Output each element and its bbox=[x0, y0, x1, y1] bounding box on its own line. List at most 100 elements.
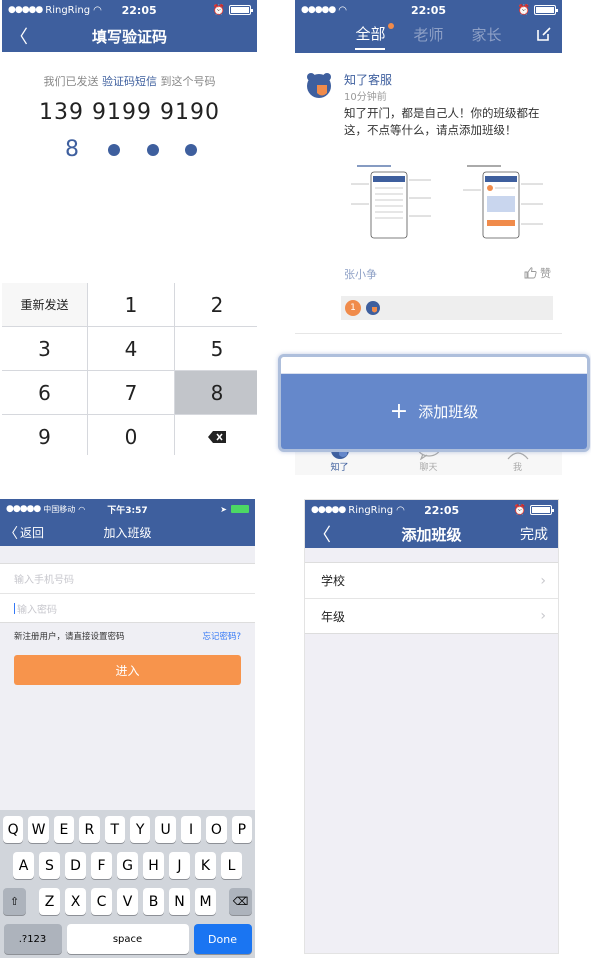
key-e[interactable]: E bbox=[53, 816, 75, 843]
post-image-sketch-1[interactable] bbox=[349, 160, 433, 252]
compose-icon[interactable] bbox=[536, 26, 552, 42]
key-2[interactable]: 2 bbox=[175, 283, 257, 326]
like-label: 赞 bbox=[540, 267, 551, 280]
likes-bar: 1 bbox=[341, 296, 553, 320]
status-bar: ●●●●● 中国移动 ◠ 下午3:57 ➤ bbox=[0, 499, 255, 519]
key-4[interactable]: 4 bbox=[88, 327, 174, 370]
key-h[interactable]: H bbox=[143, 852, 164, 879]
key-d[interactable]: D bbox=[65, 852, 86, 879]
key-m[interactable]: M bbox=[195, 888, 216, 915]
key-7[interactable]: 7 bbox=[88, 371, 174, 414]
shift-icon: ⇧ bbox=[9, 895, 20, 908]
prompt-text-suffix: 到这个号码 bbox=[157, 75, 216, 88]
key-i[interactable]: I bbox=[180, 816, 202, 843]
key-s[interactable]: S bbox=[39, 852, 60, 879]
like-count-badge: 1 bbox=[345, 300, 361, 316]
post-image-sketch-2[interactable] bbox=[461, 160, 545, 252]
grade-row[interactable]: 年级 › bbox=[305, 598, 558, 633]
sms-prompt: 我们已发送 验证码短信 到这个号码 bbox=[2, 73, 257, 89]
unread-dot bbox=[388, 23, 395, 29]
tab-label: 知了 bbox=[330, 463, 349, 473]
add-class-screen: ●●●●● RingRing ◠ 22:05 ⏰ 〈 添加班级 完成 学校 › 年级 › bbox=[304, 499, 559, 954]
key-a[interactable]: A bbox=[13, 852, 34, 879]
key-u[interactable]: U bbox=[155, 816, 176, 843]
key-y[interactable]: Y bbox=[130, 816, 151, 843]
shift-key[interactable]: ⇧ bbox=[3, 888, 26, 915]
liker-avatar-icon[interactable] bbox=[365, 300, 381, 316]
done-key[interactable]: Done bbox=[193, 924, 252, 954]
carrier-label: 中国移动 bbox=[43, 504, 76, 514]
number-keypad: 重新发送 1 2 3 4 5 6 7 8 9 0 bbox=[2, 283, 257, 455]
key-8[interactable]: 8 bbox=[175, 371, 257, 414]
password-placeholder: 输入密码 bbox=[17, 604, 57, 616]
alarm-icon: ⏰ bbox=[513, 504, 527, 516]
signal-icon: ●●●●● bbox=[8, 5, 43, 15]
key-9[interactable]: 9 bbox=[2, 415, 87, 455]
phone-input[interactable]: 输入手机号码 bbox=[0, 564, 255, 593]
nav-bar: 〈返回 加入班级 bbox=[0, 519, 255, 546]
bear-avatar-icon[interactable] bbox=[304, 71, 334, 101]
like-button[interactable]: 赞 bbox=[524, 265, 551, 281]
key-f[interactable]: F bbox=[91, 852, 112, 879]
keyboard: QWERTYUIOP ASDFGHJKL ⇧ ZXCVBNM ⌫ .?123 s… bbox=[0, 810, 255, 958]
class-settings-list: 学校 › 年级 › bbox=[305, 562, 558, 634]
code-input[interactable]: 8 bbox=[62, 137, 197, 162]
carrier-label: RingRing bbox=[45, 4, 91, 16]
key-w[interactable]: W bbox=[28, 816, 49, 843]
key-c[interactable]: C bbox=[91, 888, 112, 915]
key-k[interactable]: K bbox=[195, 852, 216, 879]
keyboard-row-2: ASDFGHJKL bbox=[3, 852, 252, 879]
keyboard-row-4: .?123 space Done bbox=[3, 924, 252, 954]
back-chevron-icon[interactable]: 〈 bbox=[313, 520, 331, 548]
nav-bar: 〈 添加班级 完成 bbox=[305, 520, 558, 548]
school-row[interactable]: 学校 › bbox=[305, 563, 558, 598]
chevron-right-icon: › bbox=[540, 572, 546, 589]
key-o[interactable]: O bbox=[206, 816, 227, 843]
password-input[interactable]: 输入密码 bbox=[0, 593, 255, 622]
key-z[interactable]: Z bbox=[39, 888, 60, 915]
key-0[interactable]: 0 bbox=[88, 415, 174, 455]
back-chevron-icon[interactable]: 〈 bbox=[10, 20, 28, 52]
add-class-button[interactable]: + 添加班级 bbox=[281, 374, 587, 449]
forgot-password-link[interactable]: 忘记密码? bbox=[202, 630, 241, 642]
done-button[interactable]: 完成 bbox=[520, 520, 548, 548]
key-r[interactable]: R bbox=[79, 816, 100, 843]
key-l[interactable]: L bbox=[221, 852, 242, 879]
key-3[interactable]: 3 bbox=[2, 327, 87, 370]
key-n[interactable]: N bbox=[169, 888, 190, 915]
key-b[interactable]: B bbox=[143, 888, 164, 915]
register-hint: 新注册用户，请直接设置密码 bbox=[14, 632, 125, 642]
divider bbox=[295, 333, 562, 334]
post-author[interactable]: 知了客服 bbox=[344, 71, 392, 88]
key-t[interactable]: T bbox=[104, 816, 125, 843]
sms-link[interactable]: 验证码短信 bbox=[102, 75, 157, 88]
code-digit-1: 8 bbox=[65, 137, 79, 162]
status-bar: ●●●●● RingRing ◠ 22:05 ⏰ bbox=[2, 0, 257, 20]
space-key[interactable]: space bbox=[66, 924, 189, 954]
key-g[interactable]: G bbox=[117, 852, 138, 879]
delete-key[interactable] bbox=[175, 415, 257, 455]
tab-parent[interactable]: 家长 bbox=[472, 24, 502, 49]
delete-key[interactable]: ⌫ bbox=[229, 888, 252, 915]
post-signature: 张小争 bbox=[344, 268, 377, 281]
backspace-icon bbox=[208, 430, 226, 443]
key-5[interactable]: 5 bbox=[175, 327, 257, 370]
thumbs-up-icon bbox=[524, 267, 537, 279]
post-time: 10分钟前 bbox=[344, 92, 387, 103]
nav-bar: 〈 填写验证码 bbox=[2, 20, 257, 52]
key-q[interactable]: Q bbox=[2, 816, 24, 843]
key-j[interactable]: J bbox=[169, 852, 190, 879]
key-v[interactable]: V bbox=[117, 888, 138, 915]
key-x[interactable]: X bbox=[65, 888, 86, 915]
enter-button[interactable]: 进入 bbox=[14, 655, 241, 685]
key-p[interactable]: P bbox=[231, 816, 253, 843]
tab-all[interactable]: 全部 bbox=[355, 23, 395, 50]
back-button[interactable]: 〈返回 bbox=[4, 519, 44, 546]
tab-teacher[interactable]: 老师 bbox=[413, 24, 443, 49]
resend-button[interactable]: 重新发送 bbox=[2, 283, 87, 326]
numbers-key[interactable]: .?123 bbox=[3, 924, 62, 954]
code-dot-4 bbox=[184, 143, 197, 156]
key-1[interactable]: 1 bbox=[88, 283, 174, 326]
back-chevron-icon: 〈 bbox=[4, 525, 18, 542]
key-6[interactable]: 6 bbox=[2, 371, 87, 414]
